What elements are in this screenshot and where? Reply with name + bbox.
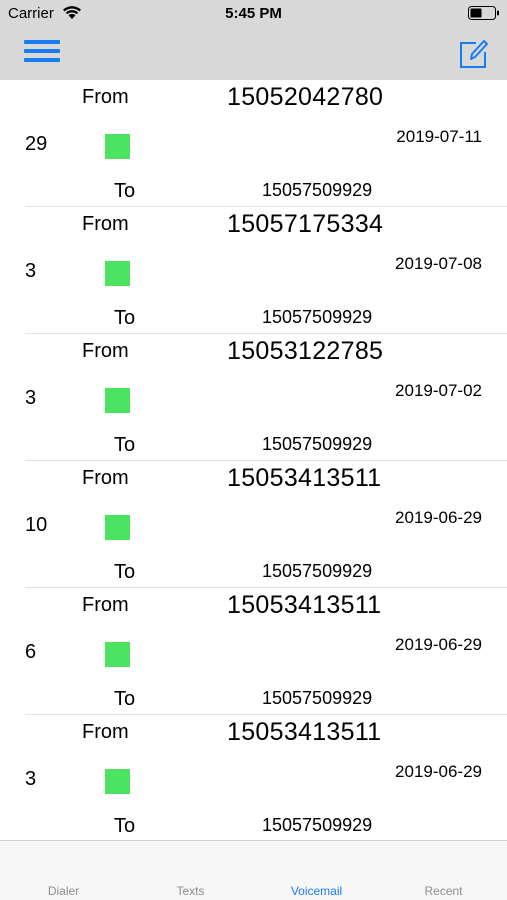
tab-bar: Dialer Texts Voicemail Recent — [0, 840, 507, 900]
message-count: 6 — [25, 641, 37, 663]
to-label: To — [114, 180, 136, 202]
entry-date: 2019-06-29 — [395, 635, 482, 654]
status-bar: Carrier 5:45 PM — [0, 0, 507, 28]
voicemail-row[interactable]: From 15052042780 29 2019-07-11 To 150575… — [0, 80, 507, 207]
voicemail-row[interactable]: From 15053122785 3 2019-07-02 To 1505750… — [0, 334, 507, 461]
status-indicator — [105, 388, 130, 413]
from-number: 15053413511 — [227, 718, 382, 746]
from-number: 15053413511 — [227, 464, 382, 492]
to-label: To — [114, 815, 136, 837]
to-label: To — [114, 434, 136, 456]
to-number: 15057509929 — [262, 307, 373, 327]
from-label: From — [82, 721, 129, 743]
compose-icon[interactable] — [457, 37, 489, 69]
from-label: From — [82, 340, 129, 362]
entry-date: 2019-07-08 — [395, 254, 482, 273]
battery-icon — [468, 6, 499, 20]
status-indicator — [105, 134, 130, 159]
voicemail-row[interactable]: From 15057175334 3 2019-07-08 To 1505750… — [0, 207, 507, 334]
message-count: 10 — [25, 514, 48, 536]
message-count: 3 — [25, 768, 37, 790]
status-indicator — [105, 769, 130, 794]
to-label: To — [114, 561, 136, 583]
from-number: 15057175334 — [227, 210, 384, 238]
to-label: To — [114, 688, 136, 710]
from-number: 15053122785 — [227, 337, 384, 365]
to-number: 15057509929 — [262, 434, 373, 454]
message-count: 3 — [25, 260, 37, 282]
to-number: 15057509929 — [262, 688, 373, 708]
tab-voicemail[interactable]: Voicemail — [253, 884, 380, 898]
voicemail-list: From 15052042780 29 2019-07-11 To 150575… — [0, 80, 507, 840]
top-bar: Carrier 5:45 PM — [0, 0, 507, 80]
status-indicator — [105, 515, 130, 540]
tab-texts[interactable]: Texts — [127, 884, 254, 898]
from-number: 15052042780 — [227, 83, 384, 111]
tab-recent[interactable]: Recent — [380, 884, 507, 898]
entry-date: 2019-06-29 — [395, 508, 482, 527]
to-label: To — [114, 307, 136, 329]
status-time: 5:45 PM — [225, 5, 282, 22]
message-count: 29 — [25, 133, 48, 155]
voicemail-row[interactable]: From 15053413511 3 2019-06-29 To 1505750… — [0, 715, 507, 840]
status-indicator — [105, 261, 130, 286]
from-label: From — [82, 594, 129, 616]
to-number: 15057509929 — [262, 561, 373, 581]
message-count: 3 — [25, 387, 37, 409]
entry-date: 2019-07-02 — [395, 381, 482, 400]
entry-date: 2019-06-29 — [395, 762, 482, 781]
status-indicator — [105, 642, 130, 667]
from-label: From — [82, 213, 129, 235]
from-number: 15053413511 — [227, 591, 382, 619]
tab-dialer[interactable]: Dialer — [0, 884, 127, 898]
voicemail-row[interactable]: From 15053413511 10 2019-06-29 To 150575… — [0, 461, 507, 588]
hamburger-menu-icon[interactable] — [24, 40, 62, 66]
from-label: From — [82, 86, 129, 108]
to-number: 15057509929 — [262, 180, 373, 200]
voicemail-row[interactable]: From 15053413511 6 2019-06-29 To 1505750… — [0, 588, 507, 715]
from-label: From — [82, 467, 129, 489]
to-number: 15057509929 — [262, 815, 373, 835]
entry-date: 2019-07-11 — [396, 127, 482, 146]
